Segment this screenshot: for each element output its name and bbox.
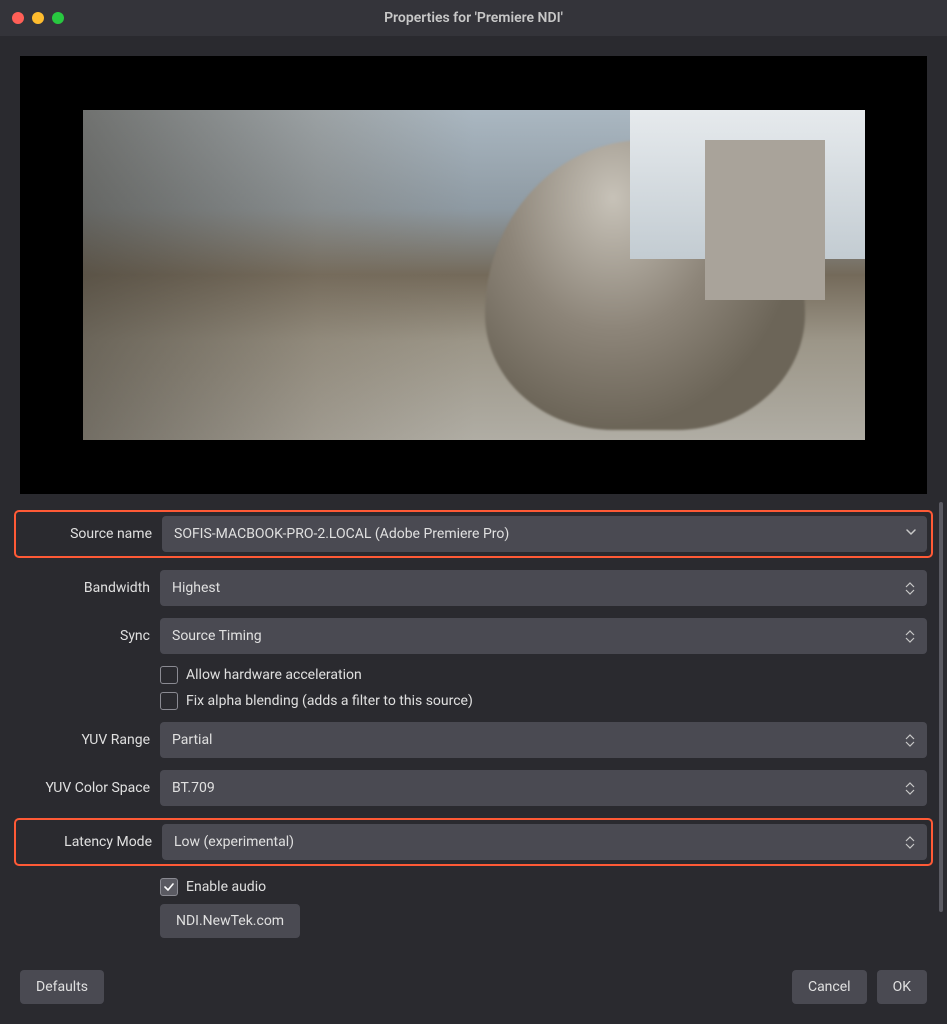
titlebar: Properties for 'Premiere NDI' [0,0,947,36]
dialog-footer: Defaults Cancel OK [0,956,947,1024]
bandwidth-label: Bandwidth [20,580,150,596]
stepper-icon [901,833,919,851]
yuv-colorspace-select[interactable]: BT.709 [160,770,927,806]
window-title: Properties for 'Premiere NDI' [12,10,935,26]
scrollbar[interactable] [939,502,943,912]
enable-audio-checkbox[interactable] [160,878,178,896]
preview-area [0,36,947,502]
latency-mode-value: Low (experimental) [174,834,294,850]
stepper-icon [901,579,919,597]
allow-hw-accel-label[interactable]: Allow hardware acceleration [186,667,362,683]
defaults-button[interactable]: Defaults [20,970,104,1004]
yuv-range-value: Partial [172,732,212,748]
window-controls [12,12,64,24]
cancel-button[interactable]: Cancel [792,970,867,1004]
bandwidth-select[interactable]: Highest [160,570,927,606]
yuv-colorspace-label: YUV Color Space [20,780,150,796]
allow-hw-accel-checkbox[interactable] [160,666,178,684]
latency-mode-label: Latency Mode [22,834,152,850]
minimize-window-button[interactable] [32,12,44,24]
source-name-row: Source name SOFIS-MACBOOK-PRO-2.LOCAL (A… [14,510,933,558]
source-name-label: Source name [22,526,152,542]
fix-alpha-label[interactable]: Fix alpha blending (adds a filter to thi… [186,693,473,709]
yuv-colorspace-row: YUV Color Space BT.709 [20,770,927,806]
sync-select[interactable]: Source Timing [160,618,927,654]
latency-mode-row: Latency Mode Low (experimental) [14,818,933,866]
properties-form: Source name SOFIS-MACBOOK-PRO-2.LOCAL (A… [0,502,947,956]
chevron-down-icon [905,526,917,542]
sync-label: Sync [20,628,150,644]
fix-alpha-checkbox[interactable] [160,692,178,710]
latency-mode-select[interactable]: Low (experimental) [162,824,927,860]
close-window-button[interactable] [12,12,24,24]
bandwidth-row: Bandwidth Highest [20,570,927,606]
video-preview [20,56,927,494]
stepper-icon [901,731,919,749]
stepper-icon [901,779,919,797]
enable-audio-row: Enable audio [160,878,927,896]
enable-audio-label[interactable]: Enable audio [186,879,266,895]
yuv-range-label: YUV Range [20,732,150,748]
fix-alpha-row: Fix alpha blending (adds a filter to thi… [160,692,927,710]
yuv-range-select[interactable]: Partial [160,722,927,758]
sync-row: Sync Source Timing [20,618,927,654]
properties-window: Properties for 'Premiere NDI' Source nam… [0,0,947,1024]
yuv-range-row: YUV Range Partial [20,722,927,758]
source-name-select[interactable]: SOFIS-MACBOOK-PRO-2.LOCAL (Adobe Premier… [162,516,927,552]
sync-value: Source Timing [172,628,262,644]
maximize-window-button[interactable] [52,12,64,24]
ndi-link-button[interactable]: NDI.NewTek.com [160,904,300,938]
yuv-colorspace-value: BT.709 [172,780,215,796]
bandwidth-value: Highest [172,580,220,596]
allow-hw-accel-row: Allow hardware acceleration [160,666,927,684]
preview-frame [83,110,865,440]
source-name-value: SOFIS-MACBOOK-PRO-2.LOCAL (Adobe Premier… [174,526,509,542]
stepper-icon [901,627,919,645]
ok-button[interactable]: OK [877,970,927,1004]
